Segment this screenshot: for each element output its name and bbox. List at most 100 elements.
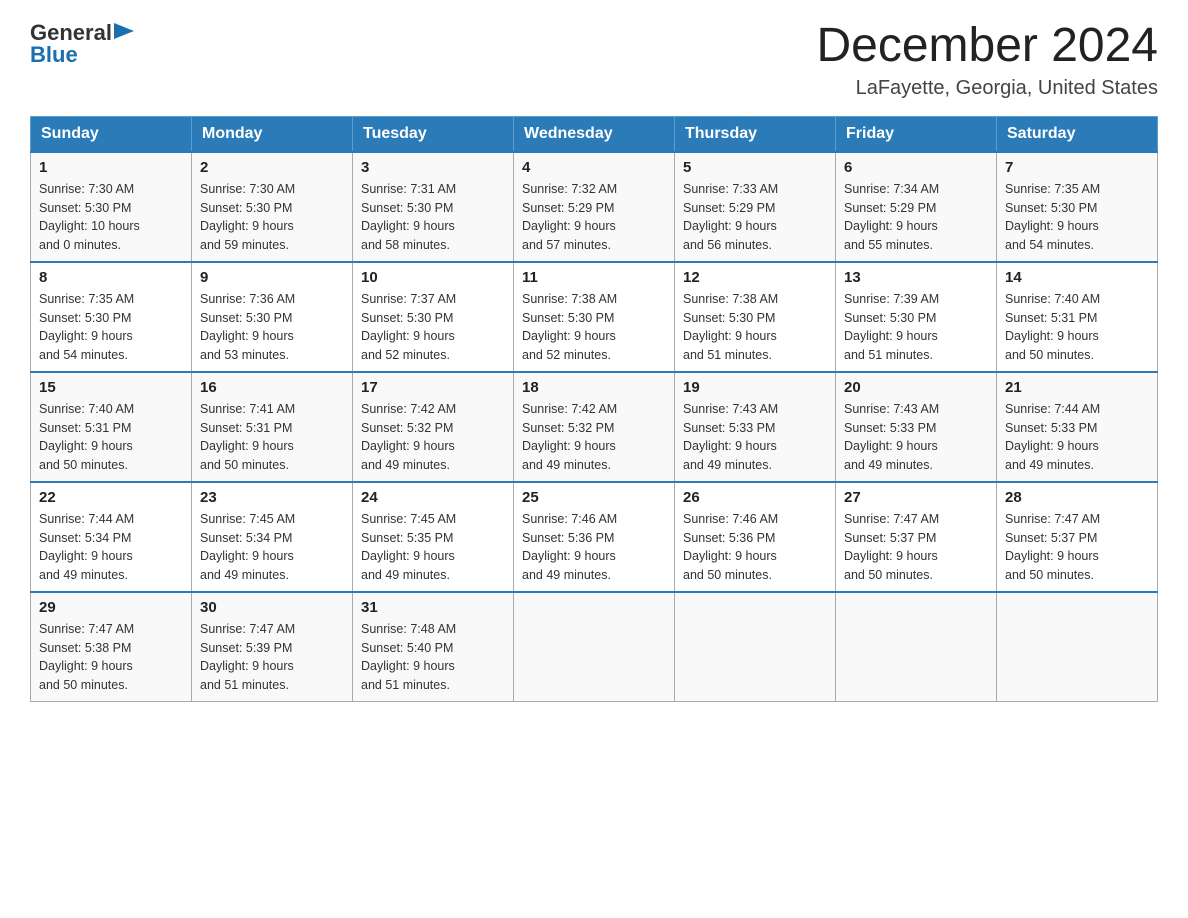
day-info: Sunrise: 7:31 AMSunset: 5:30 PMDaylight:… (361, 180, 505, 255)
table-row: 24 Sunrise: 7:45 AMSunset: 5:35 PMDayligh… (353, 482, 514, 592)
table-row: 30 Sunrise: 7:47 AMSunset: 5:39 PMDayligh… (192, 592, 353, 702)
day-info: Sunrise: 7:47 AMSunset: 5:37 PMDaylight:… (844, 510, 988, 585)
table-row: 28Sunrise: 7:47 AMSunset: 5:37 PMDayligh… (997, 482, 1158, 592)
col-tuesday: Tuesday (353, 116, 514, 152)
table-row: 10 Sunrise: 7:37 AMSunset: 5:30 PMDayligh… (353, 262, 514, 372)
calendar-header-row: Sunday Monday Tuesday Wednesday Thursday… (31, 116, 1158, 152)
day-number: 2 (200, 159, 344, 176)
day-info: Sunrise: 7:38 AMSunset: 5:30 PMDaylight:… (683, 290, 827, 365)
day-number: 18 (522, 379, 666, 396)
table-row: 2 Sunrise: 7:30 AMSunset: 5:30 PMDaylight… (192, 152, 353, 262)
table-row: 23 Sunrise: 7:45 AMSunset: 5:34 PMDayligh… (192, 482, 353, 592)
day-info: Sunrise: 7:37 AMSunset: 5:30 PMDaylight:… (361, 290, 505, 365)
calendar-week-row: 29 Sunrise: 7:47 AMSunset: 5:38 PMDayligh… (31, 592, 1158, 702)
table-row: 26 Sunrise: 7:46 AMSunset: 5:36 PMDayligh… (675, 482, 836, 592)
day-info: Sunrise: 7:44 AMSunset: 5:33 PMDaylight:… (1005, 400, 1149, 475)
day-number: 30 (200, 599, 344, 616)
table-row: 4Sunrise: 7:32 AMSunset: 5:29 PMDaylight… (514, 152, 675, 262)
day-number: 21 (1005, 379, 1149, 396)
day-number: 31 (361, 599, 505, 616)
table-row: 9 Sunrise: 7:36 AMSunset: 5:30 PMDaylight… (192, 262, 353, 372)
day-number: 17 (361, 379, 505, 396)
table-row: 31 Sunrise: 7:48 AMSunset: 5:40 PMDayligh… (353, 592, 514, 702)
table-row: 3 Sunrise: 7:31 AMSunset: 5:30 PMDaylight… (353, 152, 514, 262)
calendar-week-row: 15Sunrise: 7:40 AMSunset: 5:31 PMDayligh… (31, 372, 1158, 482)
table-row: 22Sunrise: 7:44 AMSunset: 5:34 PMDayligh… (31, 482, 192, 592)
day-number: 5 (683, 159, 827, 176)
day-number: 24 (361, 489, 505, 506)
day-number: 10 (361, 269, 505, 286)
table-row: 21 Sunrise: 7:44 AMSunset: 5:33 PMDayligh… (997, 372, 1158, 482)
day-number: 14 (1005, 269, 1149, 286)
table-row: 15Sunrise: 7:40 AMSunset: 5:31 PMDayligh… (31, 372, 192, 482)
table-row: 27Sunrise: 7:47 AMSunset: 5:37 PMDayligh… (836, 482, 997, 592)
day-number: 4 (522, 159, 666, 176)
day-number: 13 (844, 269, 988, 286)
logo-blue-text: Blue (30, 42, 134, 68)
day-number: 19 (683, 379, 827, 396)
day-number: 23 (200, 489, 344, 506)
day-info: Sunrise: 7:34 AMSunset: 5:29 PMDaylight:… (844, 180, 988, 255)
calendar-week-row: 1Sunrise: 7:30 AMSunset: 5:30 PMDaylight… (31, 152, 1158, 262)
col-monday: Monday (192, 116, 353, 152)
table-row: 6 Sunrise: 7:34 AMSunset: 5:29 PMDaylight… (836, 152, 997, 262)
table-row: 16 Sunrise: 7:41 AMSunset: 5:31 PMDayligh… (192, 372, 353, 482)
table-row: 14 Sunrise: 7:40 AMSunset: 5:31 PMDayligh… (997, 262, 1158, 372)
day-info: Sunrise: 7:47 AMSunset: 5:39 PMDaylight:… (200, 620, 344, 695)
table-row (675, 592, 836, 702)
day-number: 20 (844, 379, 988, 396)
day-info: Sunrise: 7:33 AMSunset: 5:29 PMDaylight:… (683, 180, 827, 255)
day-number: 7 (1005, 159, 1149, 176)
day-info: Sunrise: 7:35 AMSunset: 5:30 PMDaylight:… (39, 290, 183, 365)
day-number: 11 (522, 269, 666, 286)
day-info: Sunrise: 7:47 AMSunset: 5:38 PMDaylight:… (39, 620, 183, 695)
calendar-week-row: 8Sunrise: 7:35 AMSunset: 5:30 PMDaylight… (31, 262, 1158, 372)
day-info: Sunrise: 7:45 AMSunset: 5:34 PMDaylight:… (200, 510, 344, 585)
day-number: 26 (683, 489, 827, 506)
table-row: 19Sunrise: 7:43 AMSunset: 5:33 PMDayligh… (675, 372, 836, 482)
col-thursday: Thursday (675, 116, 836, 152)
day-number: 29 (39, 599, 183, 616)
day-info: Sunrise: 7:42 AMSunset: 5:32 PMDaylight:… (361, 400, 505, 475)
table-row: 18 Sunrise: 7:42 AMSunset: 5:32 PMDayligh… (514, 372, 675, 482)
day-number: 6 (844, 159, 988, 176)
logo-arrow-icon (114, 23, 134, 43)
day-info: Sunrise: 7:41 AMSunset: 5:31 PMDaylight:… (200, 400, 344, 475)
col-friday: Friday (836, 116, 997, 152)
day-info: Sunrise: 7:40 AMSunset: 5:31 PMDaylight:… (1005, 290, 1149, 365)
day-number: 3 (361, 159, 505, 176)
day-number: 12 (683, 269, 827, 286)
calendar-table: Sunday Monday Tuesday Wednesday Thursday… (30, 116, 1158, 702)
day-number: 22 (39, 489, 183, 506)
month-title: December 2024 (816, 20, 1158, 73)
table-row (514, 592, 675, 702)
table-row (836, 592, 997, 702)
col-wednesday: Wednesday (514, 116, 675, 152)
day-info: Sunrise: 7:47 AMSunset: 5:37 PMDaylight:… (1005, 510, 1149, 585)
table-row: 7Sunrise: 7:35 AMSunset: 5:30 PMDaylight… (997, 152, 1158, 262)
day-info: Sunrise: 7:30 AMSunset: 5:30 PMDaylight:… (200, 180, 344, 255)
col-saturday: Saturday (997, 116, 1158, 152)
page-header: General Blue December 2024 LaFayette, Ge… (30, 20, 1158, 100)
day-info: Sunrise: 7:42 AMSunset: 5:32 PMDaylight:… (522, 400, 666, 475)
table-row: 25 Sunrise: 7:46 AMSunset: 5:36 PMDayligh… (514, 482, 675, 592)
day-info: Sunrise: 7:45 AMSunset: 5:35 PMDaylight:… (361, 510, 505, 585)
table-row: 8Sunrise: 7:35 AMSunset: 5:30 PMDaylight… (31, 262, 192, 372)
day-info: Sunrise: 7:36 AMSunset: 5:30 PMDaylight:… (200, 290, 344, 365)
table-row: 29 Sunrise: 7:47 AMSunset: 5:38 PMDayligh… (31, 592, 192, 702)
day-number: 25 (522, 489, 666, 506)
day-info: Sunrise: 7:46 AMSunset: 5:36 PMDaylight:… (683, 510, 827, 585)
title-section: December 2024 LaFayette, Georgia, United… (816, 20, 1158, 100)
table-row: 20Sunrise: 7:43 AMSunset: 5:33 PMDayligh… (836, 372, 997, 482)
logo: General Blue (30, 20, 134, 68)
day-number: 9 (200, 269, 344, 286)
day-number: 16 (200, 379, 344, 396)
table-row: 1Sunrise: 7:30 AMSunset: 5:30 PMDaylight… (31, 152, 192, 262)
table-row: 12 Sunrise: 7:38 AMSunset: 5:30 PMDayligh… (675, 262, 836, 372)
calendar-week-row: 22Sunrise: 7:44 AMSunset: 5:34 PMDayligh… (31, 482, 1158, 592)
day-number: 15 (39, 379, 183, 396)
col-sunday: Sunday (31, 116, 192, 152)
day-info: Sunrise: 7:48 AMSunset: 5:40 PMDaylight:… (361, 620, 505, 695)
day-info: Sunrise: 7:30 AMSunset: 5:30 PMDaylight:… (39, 180, 183, 255)
day-info: Sunrise: 7:46 AMSunset: 5:36 PMDaylight:… (522, 510, 666, 585)
